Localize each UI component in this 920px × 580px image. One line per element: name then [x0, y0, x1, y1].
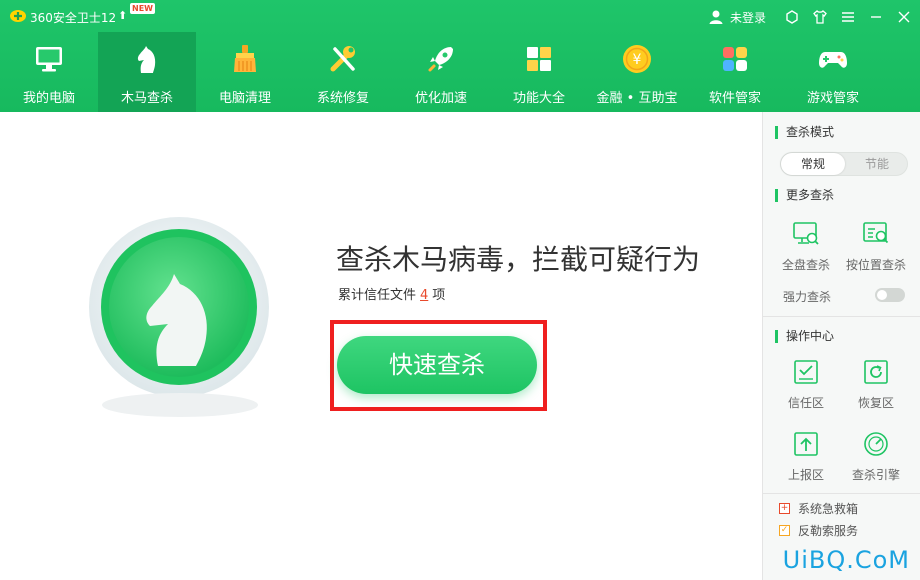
restore-zone-icon: [864, 360, 888, 384]
feedback-icon[interactable]: [784, 9, 800, 25]
nav-label: 软件管家: [708, 91, 761, 106]
full-disk-scan-icon: [793, 222, 819, 245]
title-bar: 360安全卫士12 ⬆ NEW 未登录: [0, 0, 920, 32]
strong-scan-toggle[interactable]: [875, 288, 905, 302]
full-scan-button[interactable]: 全盘查杀: [771, 220, 841, 273]
nav-label: 系统修复: [316, 91, 369, 106]
custom-location-scan-button[interactable]: 按位置查杀: [841, 220, 911, 273]
trust-zone-button[interactable]: 信任区: [771, 358, 841, 411]
trust-zone-label: 信任区: [787, 396, 824, 410]
operations-title: 操作中心: [775, 330, 834, 343]
anti-ransom-item[interactable]: ✓ 反勒索服务: [779, 522, 858, 539]
user-icon: [709, 10, 723, 24]
nav-trojan-scan[interactable]: 木马查杀: [98, 32, 196, 112]
strong-scan-label: 强力查杀: [783, 290, 832, 304]
nav-label: 电脑清理: [218, 91, 271, 106]
nav-software-manager[interactable]: 软件管家: [686, 32, 784, 112]
restore-zone-label: 恢复区: [857, 396, 894, 410]
nav-game-manager[interactable]: 游戏管家: [784, 32, 882, 112]
nav-system-repair[interactable]: 系统修复: [294, 32, 392, 112]
nav-label: 优化加速: [414, 91, 467, 106]
plus-icon: +: [779, 503, 790, 514]
nav-label: 金融 • 互助宝: [596, 91, 678, 106]
menu-icon[interactable]: [840, 9, 856, 25]
trust-suffix: 项: [432, 288, 446, 303]
trojan-shield-icon: [89, 217, 269, 397]
mode-normal-option[interactable]: 常规: [781, 153, 845, 175]
check-icon: ✓: [779, 525, 790, 536]
shadow-decoration: [102, 393, 258, 417]
monitor-icon: [36, 47, 62, 72]
rescue-label: 系统急救箱: [798, 502, 859, 516]
main-nav: 我的电脑 木马查杀 电脑清理 系统修复 优化加速 功能大全 ¥ 金融 • 互助宝…: [0, 32, 920, 112]
app-title: 360安全卫士12: [30, 11, 117, 25]
new-badge: NEW: [130, 3, 155, 14]
coin-icon: ¥: [623, 45, 651, 73]
wrench-icon: [330, 46, 355, 72]
trust-file-summary: 累计信任文件 4 项: [338, 284, 445, 303]
nav-features[interactable]: 功能大全: [490, 32, 588, 112]
report-zone-label: 上报区: [787, 468, 824, 482]
engine-gauge-icon: [864, 432, 888, 456]
sidebar-divider: [763, 316, 920, 317]
nav-finance[interactable]: ¥ 金融 • 互助宝: [588, 32, 686, 112]
restore-zone-button[interactable]: 恢复区: [841, 358, 911, 411]
rocket-icon: [428, 47, 453, 72]
custom-scan-label: 按位置查杀: [845, 258, 906, 272]
report-zone-icon: [794, 432, 818, 456]
login-text: 未登录: [729, 10, 766, 25]
nav-label: 功能大全: [512, 91, 565, 106]
mode-eco-option[interactable]: 节能: [845, 153, 909, 175]
broom-icon: [234, 45, 256, 72]
location-scan-icon: [863, 222, 889, 244]
upgrade-arrow-icon[interactable]: ⬆: [118, 9, 127, 22]
report-zone-button[interactable]: 上报区: [771, 430, 841, 483]
more-scan-title: 更多查杀: [775, 189, 834, 202]
grid-icon: [527, 47, 551, 71]
apps-icon: [723, 47, 747, 71]
rescue-kit-item[interactable]: + 系统急救箱: [779, 500, 858, 517]
sidebar-divider: [763, 493, 920, 494]
quick-scan-button[interactable]: 快速查杀: [337, 336, 537, 394]
gamepad-icon: [819, 52, 847, 68]
trust-zone-icon: [794, 360, 818, 384]
scan-headline: 查杀木马病毒，拦截可疑行为: [336, 243, 701, 276]
trust-count-link[interactable]: 4: [420, 288, 428, 303]
full-scan-label: 全盘查杀: [781, 258, 830, 272]
main-panel: 查杀木马病毒，拦截可疑行为 累计信任文件 4 项 快速查杀: [0, 112, 762, 580]
horse-icon: [137, 46, 156, 73]
site-watermark: UiBQ.CoM: [782, 546, 910, 574]
app-window: 360安全卫士12 ⬆ NEW 未登录 我的电脑 木马查杀 电脑清理 系统修复 …: [0, 0, 920, 580]
skin-shirt-icon[interactable]: [812, 9, 828, 25]
nav-label: 我的电脑: [22, 91, 75, 106]
engine-label: 查杀引擎: [851, 468, 900, 482]
nav-label: 木马查杀: [120, 91, 173, 106]
svg-text:¥: ¥: [633, 52, 642, 68]
header: 360安全卫士12 ⬆ NEW 未登录 我的电脑 木马查杀 电脑清理 系统修复 …: [0, 0, 920, 112]
nav-optimize[interactable]: 优化加速: [392, 32, 490, 112]
scan-mode-toggle: 常规 节能: [780, 152, 908, 176]
scan-mode-title: 查杀模式: [775, 126, 834, 139]
scan-engine-button[interactable]: 查杀引擎: [841, 430, 911, 483]
ransom-label: 反勒索服务: [798, 524, 859, 538]
login-button[interactable]: 未登录: [708, 9, 766, 26]
app-logo-icon: [10, 10, 26, 22]
close-icon[interactable]: [896, 9, 912, 25]
trust-prefix: 累计信任文件: [338, 288, 417, 303]
nav-label: 游戏管家: [806, 91, 859, 106]
window-controls: 未登录: [708, 7, 912, 27]
minimize-icon[interactable]: [868, 9, 884, 25]
right-sidebar: 查杀模式 常规 节能 更多查杀 全盘查杀 按位置查杀 强力查杀 操作中心 信任区…: [762, 112, 920, 580]
nav-my-computer[interactable]: 我的电脑: [0, 32, 98, 112]
nav-cleanup[interactable]: 电脑清理: [196, 32, 294, 112]
